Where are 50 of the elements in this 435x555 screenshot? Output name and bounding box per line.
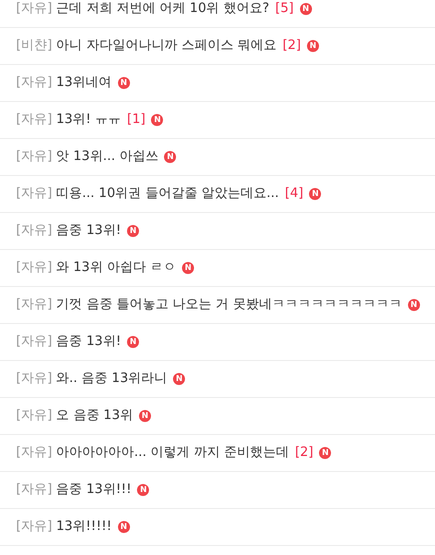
post-title-link[interactable]: 와 13위 아쉽다 ㄹㅇ	[56, 258, 176, 278]
comment-count: [2]	[282, 37, 301, 56]
new-badge: N	[151, 114, 164, 126]
comment-count: [1]	[127, 111, 146, 130]
post-title-link[interactable]: 아아아아아아... 이렇게 까지 준비했는데	[56, 443, 289, 463]
new-badge: N	[300, 3, 312, 15]
post-category: [자유]	[16, 0, 52, 18]
post-title-link[interactable]: 오 음중 13위	[56, 406, 133, 426]
post-category: [자유]	[16, 296, 52, 314]
comment-count: [4]	[284, 185, 304, 204]
post-title-link[interactable]: 13위!!!!!	[56, 517, 112, 537]
new-badge: N	[309, 188, 322, 200]
new-badge: N	[319, 447, 332, 459]
post-category: [자유]	[16, 370, 52, 388]
post-title-link[interactable]: 띠용... 10위권 들어갈줄 알았는데요...	[56, 184, 279, 204]
post-title-link[interactable]: 13위! ㅠㅠ	[56, 110, 122, 130]
post-title-link[interactable]: 기껏 음중 틀어놓고 나오는 거 못봤네ㅋㅋㅋㅋㅋㅋㅋㅋㅋㅋ	[56, 295, 402, 315]
post-title-link[interactable]: 근데 저희 저번에 어케 10위 했어요?	[56, 0, 270, 19]
post-category: [자유]	[16, 444, 52, 462]
comment-count: [2]	[294, 444, 314, 462]
post-title-link[interactable]: 음중 13위!	[56, 221, 122, 241]
new-badge: N	[306, 40, 319, 52]
post-category: [자유]	[16, 185, 52, 204]
new-badge: N	[408, 299, 420, 311]
post-category: [자유]	[16, 333, 52, 352]
post-title-link[interactable]: 와.. 음중 13위라니	[56, 369, 168, 389]
post-title-link[interactable]: 아니 자다일어나니까 스페이스 뭐에요	[56, 36, 277, 56]
post-category: [자유]	[16, 518, 52, 536]
new-badge: N	[173, 373, 186, 385]
new-badge: N	[182, 262, 194, 274]
new-badge: N	[118, 77, 130, 89]
post-category: [자유]	[16, 74, 52, 92]
post-title-link[interactable]: 13위네여	[56, 73, 112, 93]
comment-count: [5]	[275, 0, 294, 18]
post-category: [자유]	[16, 407, 52, 426]
new-badge: N	[164, 151, 176, 163]
post-title-link[interactable]: 음중 13위!	[56, 332, 122, 352]
new-badge: N	[138, 410, 151, 422]
new-badge: N	[127, 336, 140, 348]
post-title-link[interactable]: 앗 13위... 아쉽쓰	[56, 147, 158, 167]
post-category: [자유]	[16, 111, 52, 130]
post-category: [자유]	[16, 148, 52, 166]
post-category: [자유]	[16, 259, 52, 278]
new-badge: N	[127, 225, 140, 237]
post-category: [비챤]	[16, 37, 52, 56]
post-title-link[interactable]: 음중 13위!!!	[56, 480, 132, 500]
new-badge: N	[118, 521, 130, 533]
new-badge: N	[137, 484, 150, 496]
post-category: [자유]	[16, 481, 52, 500]
post-category: [자유]	[16, 222, 52, 240]
